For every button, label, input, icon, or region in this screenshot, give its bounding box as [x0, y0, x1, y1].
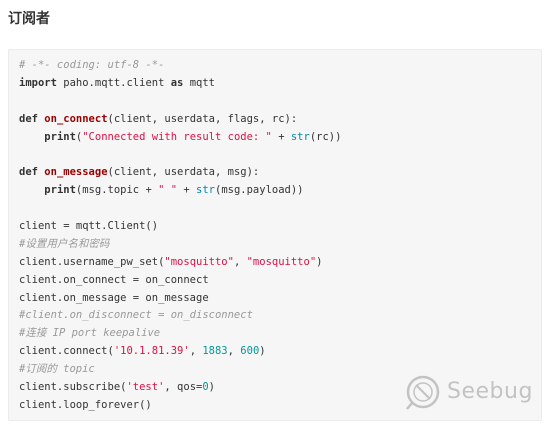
code-line: def on_message(client, userdata, msg):: [19, 164, 341, 182]
code-token: (msg.payload)): [215, 184, 304, 197]
code-token: 600: [240, 345, 260, 358]
code-token: "mosquitto": [164, 255, 234, 268]
code-token: (client, userdata, msg):: [107, 166, 260, 179]
code-token: def: [19, 112, 38, 125]
code-token: ): [259, 345, 266, 358]
code-token: " ": [158, 184, 178, 197]
code-token: client.connect(: [19, 345, 114, 358]
code-line: client.loop_forever(): [19, 397, 341, 415]
code-line: client = mqtt.Client(): [19, 218, 341, 236]
code-token: client = mqtt.Client(): [19, 220, 159, 233]
code-line: #设置用户名和密码: [19, 236, 341, 254]
seebug-watermark: Seebug: [403, 371, 543, 413]
code-token: ,: [233, 255, 247, 268]
code-line: client.subscribe('test', qos=0): [19, 379, 341, 397]
code-token: paho.mqtt.client: [56, 76, 171, 89]
code-listing: # -*- coding: utf-8 -*- import paho.mqtt.…: [19, 57, 341, 415]
code-line: #连接 IP port keepalive: [19, 325, 341, 343]
watermark-text: Seebug: [447, 379, 533, 404]
code-token: , qos=: [164, 381, 203, 394]
code-token: client.username_pw_set(: [19, 255, 165, 268]
code-token: (msg.topic +: [75, 184, 159, 197]
code-block: # -*- coding: utf-8 -*- import paho.mqtt.…: [8, 49, 542, 421]
code-line: client.connect('10.1.81.39', 1883, 600): [19, 343, 341, 361]
code-line: import paho.mqtt.client as mqtt: [19, 75, 341, 93]
code-token: ): [208, 381, 215, 394]
code-token: print: [44, 184, 76, 197]
code-line: print("Connected with result code: " + s…: [19, 129, 341, 147]
code-token: (rc)): [309, 130, 342, 143]
code-line: #client.on_disconnect = on_disconnect: [19, 307, 341, 325]
code-token: '10.1.81.39': [113, 345, 190, 358]
code-token: #client.on_disconnect = on_disconnect: [19, 309, 253, 322]
code-token: # -*- coding: utf-8 -*-: [19, 59, 165, 71]
code-token: print: [44, 130, 76, 143]
seebug-logo-icon: [406, 375, 440, 410]
code-token: str: [290, 130, 310, 143]
code-token: "mosquitto": [246, 255, 317, 268]
code-line: client.on_message = on_message: [19, 290, 341, 308]
code-token: str: [196, 184, 215, 197]
code-token: ): [316, 255, 323, 268]
code-token: +: [177, 184, 197, 197]
code-token: client.subscribe(: [19, 381, 127, 394]
code-token: #连接 IP port keepalive: [19, 327, 161, 340]
code-token: ,: [227, 345, 241, 358]
code-line: #订阅的 topic: [19, 361, 341, 379]
code-token: ,: [189, 345, 203, 358]
code-token: as: [170, 76, 184, 89]
code-token: (client, userdata, flags, rc):: [107, 112, 298, 125]
page: 订阅者 # -*- coding: utf-8 -*- import paho.m…: [0, 0, 554, 428]
code-token: on_connect: [44, 112, 108, 125]
code-line: client.on_connect = on_connect: [19, 272, 341, 290]
code-token: client.loop_forever(): [19, 398, 152, 411]
code-token: #订阅的 topic: [19, 363, 95, 376]
code-token: mqtt: [183, 76, 215, 89]
section-heading: 订阅者: [8, 11, 50, 27]
code-line: def on_connect(client, userdata, flags, …: [19, 111, 341, 129]
code-token: #设置用户名和密码: [19, 237, 110, 250]
code-token: "Connected with result code: ": [82, 130, 272, 143]
code-line: client.username_pw_set("mosquitto", "mos…: [19, 254, 341, 272]
code-token: def: [19, 166, 38, 179]
code-line: print(msg.topic + " " + str(msg.payload)…: [19, 182, 341, 200]
code-token: on_message: [44, 166, 108, 179]
code-token: client.on_message = on_message: [19, 291, 209, 304]
code-line: # -*- coding: utf-8 -*-: [19, 57, 341, 75]
code-token: +: [271, 130, 291, 143]
code-token: client.on_connect = on_connect: [19, 273, 209, 286]
code-token: 'test': [126, 381, 165, 394]
code-token: import: [19, 76, 57, 89]
code-token: 1883: [202, 345, 228, 358]
